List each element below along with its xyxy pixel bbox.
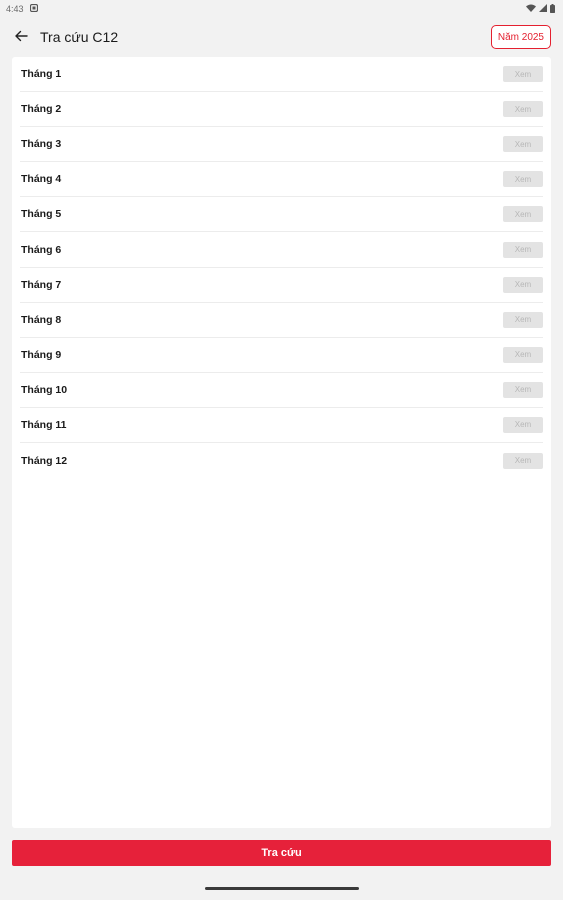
status-bar-right xyxy=(526,3,555,15)
view-button[interactable]: Xem xyxy=(503,346,543,363)
month-label: Tháng 1 xyxy=(21,68,62,81)
view-button[interactable]: Xem xyxy=(503,416,543,433)
month-label: Tháng 2 xyxy=(21,103,62,116)
month-label: Tháng 8 xyxy=(21,313,62,326)
wifi-icon xyxy=(526,4,536,14)
view-button[interactable]: Xem xyxy=(503,171,543,188)
month-label: Tháng 4 xyxy=(21,173,62,186)
lookup-button[interactable]: Tra cứu xyxy=(12,840,551,866)
view-button[interactable]: Xem xyxy=(503,101,543,118)
month-list-card: Tháng 1 Xem Tháng 2 Xem Tháng 3 Xem Tháng 4 Xem… xyxy=(12,57,551,828)
battery-icon xyxy=(550,3,555,15)
view-button[interactable]: Xem xyxy=(503,66,543,83)
month-label: Tháng 9 xyxy=(21,348,62,361)
month-list: Tháng 1 Xem Tháng 2 Xem Tháng 3 Xem Tháng 4 Xem… xyxy=(12,57,551,478)
month-row: Tháng 8 Xem xyxy=(20,303,543,338)
month-row: Tháng 12 Xem xyxy=(20,443,543,478)
view-button[interactable]: Xem xyxy=(503,206,543,223)
month-row: Tháng 5 Xem xyxy=(20,197,543,233)
month-row: Tháng 11 Xem xyxy=(20,408,543,444)
month-label: Tháng 12 xyxy=(21,454,68,467)
month-row: Tháng 2 Xem xyxy=(20,92,543,128)
year-selector-button[interactable]: Năm 2025 xyxy=(490,25,551,49)
month-label: Tháng 6 xyxy=(21,243,62,256)
month-row: Tháng 6 Xem xyxy=(20,232,543,268)
month-row: Tháng 7 Xem xyxy=(20,268,543,303)
arrow-left-icon xyxy=(14,29,28,48)
view-button[interactable]: Xem xyxy=(503,311,543,328)
signal-icon xyxy=(539,4,547,14)
status-bar-left: 4:43 xyxy=(6,3,38,14)
status-bar: 4:43 xyxy=(0,0,563,18)
back-button[interactable] xyxy=(10,27,32,49)
month-label: Tháng 10 xyxy=(21,383,68,396)
month-label: Tháng 11 xyxy=(21,418,67,431)
notification-icon xyxy=(29,3,38,14)
view-button[interactable]: Xem xyxy=(503,452,543,469)
month-label: Tháng 3 xyxy=(21,138,62,151)
app-bar: Tra cứu C12 Năm 2025 xyxy=(0,20,563,56)
month-row: Tháng 3 Xem xyxy=(20,127,543,163)
month-label: Tháng 7 xyxy=(21,278,62,291)
month-row: Tháng 4 Xem xyxy=(20,162,543,198)
month-label: Tháng 5 xyxy=(21,208,62,221)
view-button[interactable]: Xem xyxy=(503,136,543,153)
month-row: Tháng 9 Xem xyxy=(20,338,543,373)
view-button[interactable]: Xem xyxy=(503,276,543,293)
view-button[interactable]: Xem xyxy=(503,241,543,258)
month-row: Tháng 10 Xem xyxy=(20,373,543,408)
page-title: Tra cứu C12 xyxy=(40,29,119,45)
view-button[interactable]: Xem xyxy=(503,381,543,398)
status-time: 4:43 xyxy=(6,4,24,14)
gesture-navigation-bar[interactable] xyxy=(205,887,359,890)
month-row: Tháng 1 Xem xyxy=(20,57,543,93)
